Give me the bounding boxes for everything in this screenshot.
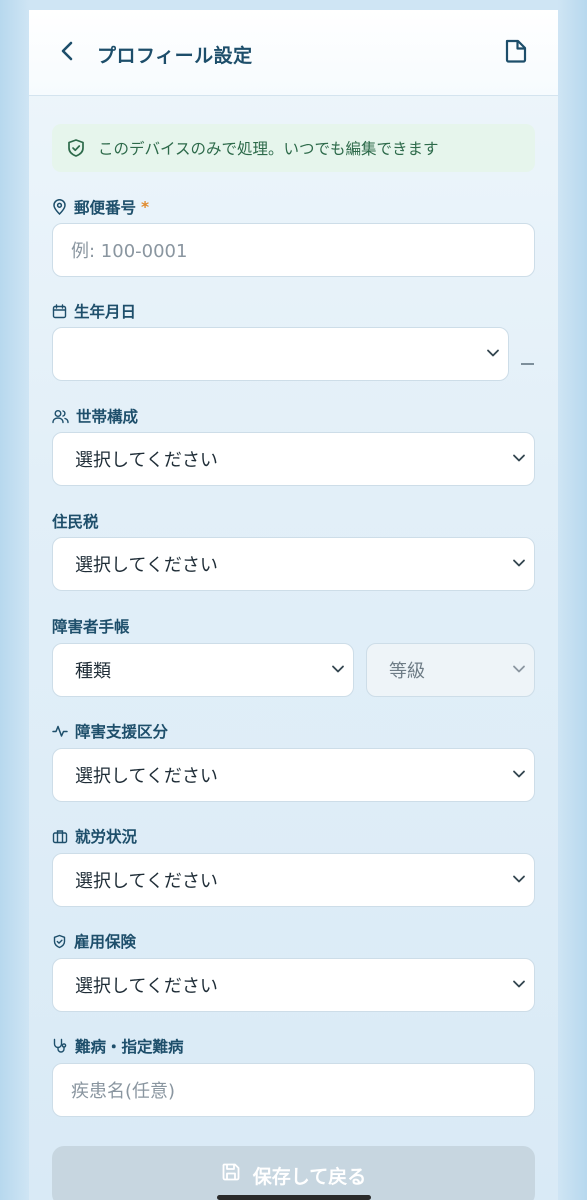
employment-insurance-select[interactable]: 選択してください (52, 958, 535, 1012)
privacy-notice: このデバイスのみで処理。いつでも編集できます (52, 124, 535, 172)
birth-date-label: 生年月日 (52, 300, 136, 322)
chevron-down-icon (487, 349, 499, 357)
page-title: プロフィール設定 (97, 45, 253, 67)
home-indicator (217, 1195, 371, 1200)
employment-insurance-label: 雇用保険 (52, 930, 136, 952)
briefcase-icon (52, 829, 68, 843)
save-icon (222, 1163, 240, 1181)
support-category-select[interactable]: 選択してください (52, 748, 535, 802)
map-pin-icon (53, 199, 66, 215)
header-bar: プロフィール設定 (29, 10, 558, 96)
birth-date-select[interactable] (52, 327, 509, 381)
employment-label: 就労状況 (52, 825, 137, 847)
intractable-disease-label: 難病・指定難病 (52, 1035, 184, 1057)
activity-icon (52, 725, 68, 737)
chevron-down-icon (513, 875, 525, 883)
document-button[interactable] (502, 37, 530, 65)
postal-code-input[interactable]: 例: 100-0001 (52, 223, 535, 277)
calendar-icon (52, 303, 67, 318)
profile-settings-screen: プロフィール設定 このデバイスのみで処理。いつでも編集できます 郵便番号 * 例… (29, 10, 558, 1200)
resident-tax-label: 住民税 (52, 513, 99, 531)
chevron-down-icon (513, 454, 525, 462)
chevron-down-icon (513, 980, 525, 988)
users-icon (52, 409, 69, 423)
chevron-down-icon (513, 559, 525, 567)
shield-check-icon (53, 934, 66, 948)
stethoscope-icon (53, 1038, 67, 1053)
resident-tax-select[interactable]: 選択してください (52, 537, 535, 591)
required-mark: * (141, 198, 150, 216)
chevron-down-icon (332, 665, 344, 673)
chevron-left-icon (61, 41, 73, 61)
save-and-return-button[interactable]: 保存して戻る (52, 1146, 535, 1200)
household-label: 世帯構成 (52, 405, 138, 427)
shield-check-icon (68, 139, 84, 157)
employment-select[interactable]: 選択してください (52, 853, 535, 907)
disability-type-select[interactable]: 種類 (52, 643, 354, 697)
disability-grade-select[interactable]: 等級 (366, 643, 535, 697)
household-select[interactable]: 選択してください (52, 432, 535, 486)
disability-book-label: 障害者手帳 (52, 618, 130, 636)
chevron-down-icon (513, 770, 525, 778)
date-separator (521, 363, 534, 365)
chevron-down-icon (513, 665, 525, 673)
back-button[interactable] (56, 38, 78, 64)
support-category-label: 障害支援区分 (52, 720, 168, 742)
postal-code-label: 郵便番号 * (52, 196, 149, 218)
document-icon (505, 39, 527, 63)
disease-name-input[interactable]: 疾患名(任意) (52, 1063, 535, 1117)
notice-text: このデバイスのみで処理。いつでも編集できます (98, 140, 439, 158)
